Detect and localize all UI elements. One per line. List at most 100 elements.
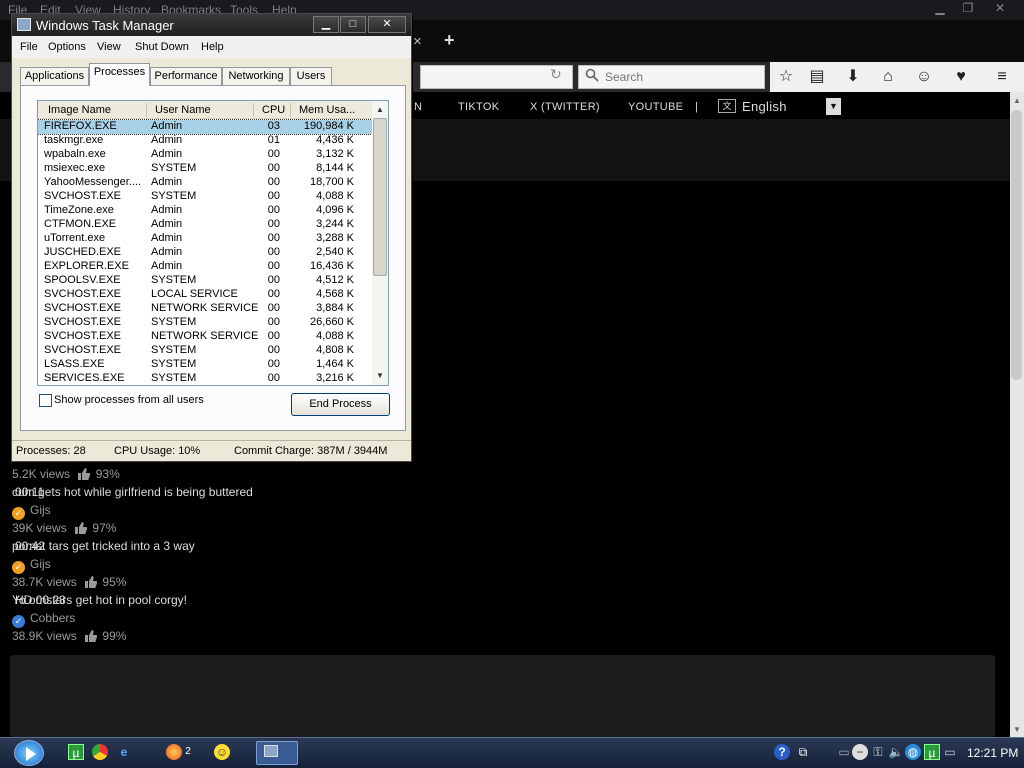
show-all-processes-label[interactable]: Show processes from all users bbox=[54, 394, 204, 406]
status-processes: Processes: 28 bbox=[16, 445, 86, 457]
tab-close-icon[interactable]: × bbox=[413, 33, 422, 50]
tray-network-icon[interactable]: ▭ bbox=[836, 744, 852, 760]
firefox-window-count[interactable]: 2 bbox=[182, 744, 194, 760]
process-row[interactable]: SVCHOST.EXE SYSTEM 00 26,660 K bbox=[38, 316, 372, 330]
tray-restore-icon[interactable]: ⧉ bbox=[795, 744, 811, 760]
process-row[interactable]: taskmgr.exe Admin 01 4,436 K bbox=[38, 134, 372, 148]
task-manager-window: Windows Task Manager ▁ □ ✕ File Options … bbox=[11, 13, 412, 462]
task-manager-titlebar[interactable]: Windows Task Manager ▁ □ ✕ bbox=[12, 14, 411, 36]
process-row[interactable]: uTorrent.exe Admin 00 3,288 K bbox=[38, 232, 372, 246]
site-nav-youtube[interactable]: YOUTUBE bbox=[628, 101, 683, 113]
column-user-name[interactable]: User Name bbox=[155, 104, 211, 116]
end-process-button[interactable]: End Process bbox=[291, 393, 390, 416]
search-box[interactable]: Search bbox=[578, 65, 765, 89]
process-row[interactable]: SVCHOST.EXE SYSTEM 00 4,808 K bbox=[38, 344, 372, 358]
emoji-icon[interactable]: ☺ bbox=[914, 67, 934, 87]
process-row[interactable]: SERVICES.EXE SYSTEM 00 3,216 K bbox=[38, 372, 372, 385]
tm-menu-view[interactable]: View bbox=[97, 41, 121, 53]
video-author[interactable]: ✓ Gijs bbox=[12, 557, 51, 574]
column-image-name[interactable]: Image Name bbox=[48, 104, 111, 116]
show-all-processes-checkbox[interactable] bbox=[39, 394, 52, 407]
process-row[interactable]: CTFMON.EXE Admin 00 3,244 K bbox=[38, 218, 372, 232]
pocket-icon[interactable]: ♥ bbox=[951, 67, 971, 87]
tray-utorrent-icon[interactable]: µ bbox=[924, 744, 940, 760]
process-cpu: 00 bbox=[267, 274, 280, 286]
site-nav-item[interactable]: N bbox=[414, 101, 422, 113]
tab-networking[interactable]: Networking bbox=[222, 67, 290, 85]
process-row[interactable]: FIREFOX.EXE Admin 03 190,984 K bbox=[38, 119, 373, 135]
chrome-icon[interactable] bbox=[92, 744, 108, 760]
tab-processes[interactable]: Processes bbox=[89, 63, 150, 86]
process-row[interactable]: TimeZone.exe Admin 00 4,096 K bbox=[38, 204, 372, 218]
scroll-up-icon[interactable]: ▲ bbox=[375, 105, 385, 115]
help-icon[interactable]: ? bbox=[774, 744, 790, 760]
tm-menu-options[interactable]: Options bbox=[48, 41, 86, 53]
process-list-scroll-thumb[interactable] bbox=[373, 118, 387, 276]
reload-icon[interactable]: ↻ bbox=[550, 66, 562, 83]
process-row[interactable]: SVCHOST.EXE NETWORK SERVICE 00 4,088 K bbox=[38, 330, 372, 344]
process-user-name: Admin bbox=[151, 232, 183, 244]
video-title[interactable]: cum gets hot while girlfriend is being b… bbox=[12, 485, 253, 499]
firefox-icon[interactable] bbox=[166, 744, 182, 760]
tab-applications[interactable]: Applications bbox=[20, 67, 89, 85]
process-row[interactable]: SVCHOST.EXE SYSTEM 00 4,088 K bbox=[38, 190, 372, 204]
scroll-down-icon[interactable]: ▼ bbox=[1012, 725, 1022, 735]
column-cpu[interactable]: CPU bbox=[262, 104, 285, 116]
tray-status-icon[interactable]: − bbox=[852, 744, 868, 760]
utorrent-icon[interactable]: µ bbox=[68, 744, 84, 760]
process-row[interactable]: SVCHOST.EXE LOCAL SERVICE 00 4,568 K bbox=[38, 288, 372, 302]
process-row[interactable]: wpabaln.exe Admin 00 3,132 K bbox=[38, 148, 372, 162]
reading-list-icon[interactable]: ▤ bbox=[807, 67, 827, 87]
tray-battery-icon[interactable]: ▭ bbox=[942, 744, 958, 760]
process-image-name: SVCHOST.EXE bbox=[44, 344, 122, 356]
internet-explorer-icon[interactable]: e bbox=[116, 744, 132, 760]
taskbar-clock[interactable]: 12:21 PM bbox=[967, 746, 1018, 760]
process-row[interactable]: LSASS.EXE SYSTEM 00 1,464 K bbox=[38, 358, 372, 372]
bookmark-star-icon[interactable]: ☆ bbox=[776, 67, 796, 87]
home-icon[interactable]: ⌂ bbox=[878, 67, 898, 87]
tab-users[interactable]: Users bbox=[290, 67, 332, 85]
maximize-button[interactable]: □ bbox=[340, 16, 366, 33]
tray-globe-icon[interactable]: ◍ bbox=[905, 744, 921, 760]
browser-minimize-button[interactable]: ▁ bbox=[926, 0, 954, 18]
browser-restore-button[interactable]: ❐ bbox=[954, 0, 982, 18]
start-button[interactable] bbox=[14, 740, 44, 766]
hamburger-menu-icon[interactable]: ≡ bbox=[992, 67, 1012, 87]
process-list[interactable]: Image Name User Name CPU Mem Usa... FIRE… bbox=[37, 100, 389, 386]
site-nav-twitter[interactable]: X (TWITTER) bbox=[530, 101, 600, 113]
tray-volume-icon[interactable]: 🔈 bbox=[888, 744, 904, 760]
process-user-name: SYSTEM bbox=[151, 316, 197, 328]
process-mem-usage: 1,464 K bbox=[316, 358, 354, 370]
browser-close-button[interactable]: ✕ bbox=[986, 0, 1014, 18]
process-row[interactable]: msiexec.exe SYSTEM 00 8,144 K bbox=[38, 162, 372, 176]
tray-keys-icon[interactable]: ⚿ bbox=[870, 744, 886, 760]
site-nav-tiktok[interactable]: TIKTOK bbox=[458, 101, 499, 113]
process-row[interactable]: SPOOLSV.EXE SYSTEM 00 4,512 K bbox=[38, 274, 372, 288]
tm-menu-shutdown[interactable]: Shut Down bbox=[135, 41, 189, 53]
process-row[interactable]: JUSCHED.EXE Admin 00 2,540 K bbox=[38, 246, 372, 260]
yahoo-messenger-icon[interactable]: ☺ bbox=[214, 744, 230, 760]
process-list-scrollbar[interactable]: ▲ ▼ bbox=[372, 101, 388, 385]
status-commit-charge: Commit Charge: 387M / 3944M bbox=[234, 445, 388, 457]
process-row[interactable]: SVCHOST.EXE NETWORK SERVICE 00 3,884 K bbox=[38, 302, 372, 316]
task-manager-statusbar: Processes: 28 CPU Usage: 10% Commit Char… bbox=[12, 440, 411, 461]
download-icon[interactable]: ⬇ bbox=[843, 67, 863, 87]
video-duration: 00:11 bbox=[15, 485, 45, 499]
process-row[interactable]: EXPLORER.EXE Admin 00 16,436 K bbox=[38, 260, 372, 274]
video-author[interactable]: ✓ Cobbers bbox=[12, 611, 75, 628]
tab-performance[interactable]: Performance bbox=[150, 67, 222, 85]
close-button[interactable]: ✕ bbox=[368, 16, 406, 33]
tm-menu-file[interactable]: File bbox=[20, 41, 38, 53]
language-label[interactable]: English bbox=[742, 99, 787, 114]
column-mem-usage[interactable]: Mem Usa... bbox=[299, 104, 355, 116]
minimize-button[interactable]: ▁ bbox=[313, 16, 339, 33]
tm-menu-help[interactable]: Help bbox=[201, 41, 224, 53]
scroll-up-icon[interactable]: ▲ bbox=[1012, 96, 1022, 106]
process-row[interactable]: YahooMessenger.... Admin 00 18,700 K bbox=[38, 176, 372, 190]
page-scrollbar-thumb[interactable] bbox=[1011, 110, 1022, 380]
video-author[interactable]: ✓ Gijs bbox=[12, 503, 51, 520]
language-dropdown-icon[interactable]: ▼ bbox=[826, 98, 841, 115]
scroll-down-icon[interactable]: ▼ bbox=[375, 371, 385, 381]
new-tab-button[interactable]: + bbox=[444, 30, 455, 51]
ad-banner[interactable] bbox=[10, 655, 995, 737]
